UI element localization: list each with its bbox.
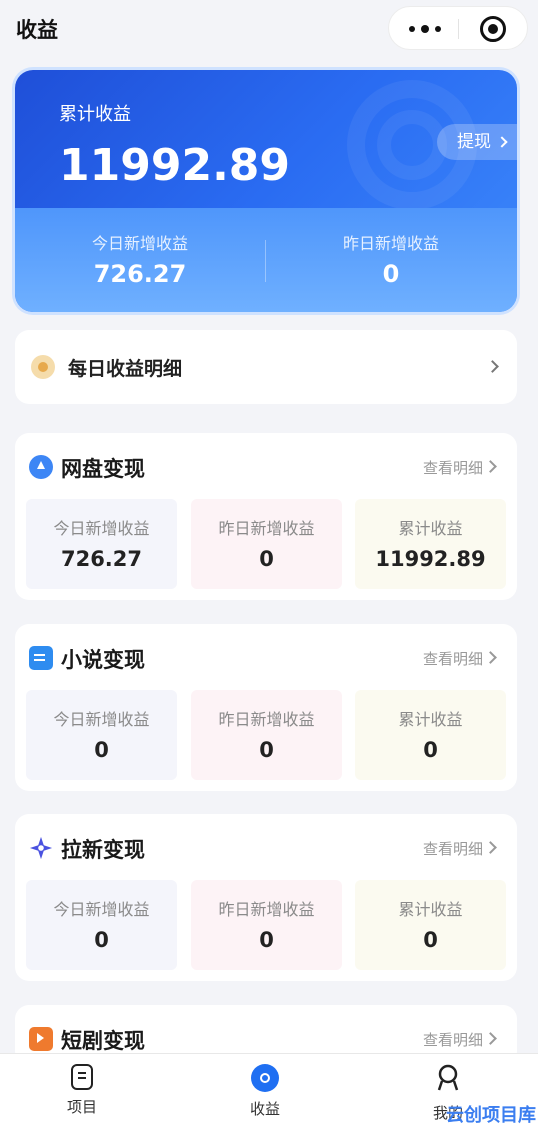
sparkle-star-icon: [29, 836, 53, 860]
tab-label: 项目: [66, 1098, 97, 1116]
coin-icon: [31, 355, 55, 379]
section-card-referral: 拉新变现 查看明细 今日新增收益 0 昨日新增收益 0 累计收益 0: [15, 814, 517, 981]
stat-value: 0: [94, 928, 109, 952]
chevron-right-icon: [484, 460, 497, 473]
chevron-right-icon: [484, 1032, 497, 1045]
section-card-novel: 小说变现 查看明细 今日新增收益 0 昨日新增收益 0 累计收益 0: [15, 624, 517, 791]
page-title: 收益: [16, 18, 58, 42]
earnings-icon: [251, 1064, 279, 1092]
stat-label: 累计收益: [398, 710, 463, 729]
section-title: 小说变现: [61, 648, 145, 672]
more-icon[interactable]: [407, 20, 441, 38]
hero-summary: 今日新增收益 726.27 昨日新增收益 0: [15, 208, 517, 312]
stat-value: 0: [423, 928, 438, 952]
stat-label: 累计收益: [398, 519, 463, 538]
stat-label: 今日新增收益: [53, 710, 150, 729]
section-title: 网盘变现: [61, 457, 145, 481]
mini-program-capsule: [388, 6, 528, 50]
stat-value: 0: [94, 738, 109, 762]
chevron-right-icon: [486, 360, 499, 373]
yesterday-earnings-value: 0: [382, 260, 400, 288]
view-detail-link[interactable]: 查看明细: [423, 648, 483, 669]
stat-tile-total: 累计收益 11992.89: [355, 499, 506, 589]
stat-value: 0: [259, 738, 274, 762]
stat-tile-yesterday: 昨日新增收益 0: [191, 499, 342, 589]
daily-earnings-label: 每日收益明细: [68, 358, 183, 380]
book-icon: [29, 646, 53, 670]
today-earnings-value: 726.27: [93, 260, 187, 288]
stat-value: 0: [259, 547, 274, 571]
project-icon: [71, 1064, 93, 1090]
today-earnings-label: 今日新增收益: [91, 234, 188, 253]
stat-tile-today: 今日新增收益 0: [26, 880, 177, 970]
stat-value: 11992.89: [375, 547, 486, 571]
total-earnings-card: 累计收益 11992.89 提现 今日新增收益 726.27 昨日新增收益 0: [15, 70, 517, 312]
stat-tile-yesterday: 昨日新增收益 0: [191, 880, 342, 970]
play-icon: [29, 1027, 53, 1051]
stat-value: 0: [259, 928, 274, 952]
tab-label: 收益: [249, 1100, 280, 1118]
stat-tile-today: 今日新增收益 0: [26, 690, 177, 780]
stat-label: 昨日新增收益: [218, 710, 315, 729]
stat-value: 0: [423, 738, 438, 762]
close-target-icon[interactable]: [480, 16, 506, 42]
stat-label: 昨日新增收益: [218, 519, 315, 538]
stat-label: 累计收益: [398, 900, 463, 919]
view-detail-link[interactable]: 查看明细: [423, 1029, 483, 1050]
total-earnings-value: 11992.89: [59, 140, 291, 191]
top-bar: 收益: [0, 0, 538, 58]
stat-label: 今日新增收益: [53, 900, 150, 919]
chevron-right-icon: [496, 136, 508, 148]
stat-tile-today: 今日新增收益 726.27: [26, 499, 177, 589]
section-title: 拉新变现: [61, 838, 145, 862]
withdraw-button[interactable]: 提现: [437, 124, 517, 160]
stat-tile-yesterday: 昨日新增收益 0: [191, 690, 342, 780]
view-detail-link[interactable]: 查看明细: [423, 838, 483, 859]
section-title: 短剧变现: [61, 1029, 145, 1053]
today-earnings: 今日新增收益 726.27: [15, 230, 265, 288]
bottom-tab-bar: 项目 收益 我的: [0, 1053, 538, 1141]
yesterday-earnings-label: 昨日新增收益: [342, 234, 439, 253]
daily-earnings-detail-row[interactable]: 每日收益明细: [15, 330, 517, 404]
total-earnings-label: 累计收益: [59, 104, 131, 125]
section-card-netdisk: 网盘变现 查看明细 今日新增收益 726.27 昨日新增收益 0 累计收益 11…: [15, 433, 517, 600]
chevron-right-icon: [484, 651, 497, 664]
withdraw-label: 提现: [457, 132, 491, 152]
view-detail-link[interactable]: 查看明细: [423, 457, 483, 478]
capsule-divider: [458, 19, 459, 39]
tab-project[interactable]: 项目: [22, 1064, 142, 1117]
stat-tile-total: 累计收益 0: [355, 880, 506, 970]
chevron-right-icon: [484, 841, 497, 854]
cloud-upload-icon: [29, 455, 53, 479]
tab-earnings[interactable]: 收益: [205, 1064, 325, 1119]
stat-tile-total: 累计收益 0: [355, 690, 506, 780]
yesterday-earnings: 昨日新增收益 0: [266, 230, 516, 288]
stat-label: 今日新增收益: [53, 519, 150, 538]
stat-label: 昨日新增收益: [218, 900, 315, 919]
stat-value: 726.27: [60, 547, 143, 571]
watermark-text: 云创项目库: [446, 1105, 536, 1126]
profile-icon: [437, 1064, 459, 1091]
